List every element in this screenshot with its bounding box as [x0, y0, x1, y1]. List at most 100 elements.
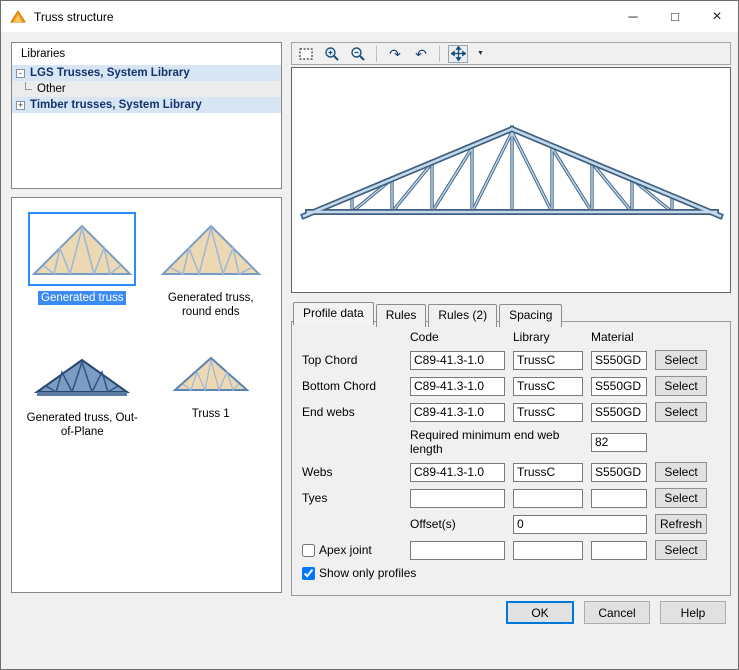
tab-rules-2[interactable]: Rules (2) [428, 304, 497, 327]
truss-gallery: Generated truss Generated truss, round e… [12, 198, 281, 454]
webs-material-input[interactable] [591, 463, 647, 482]
help-button[interactable]: Help [660, 601, 726, 624]
tyes-material-input[interactable] [591, 489, 647, 508]
gallery-item-truss-1[interactable]: Truss 1 [147, 344, 276, 440]
top-chord-label: Top Chord [302, 353, 402, 367]
top-chord-material-input[interactable] [591, 351, 647, 370]
tree-item-label: LGS Trusses, System Library [30, 67, 190, 79]
truss-thumbnail-image [157, 212, 265, 286]
preview-toolbar: ↷ ↶ ▼ [291, 42, 731, 65]
window-controls: ─ □ × [612, 1, 738, 32]
gallery-item-round-ends[interactable]: Generated truss, round ends [147, 212, 276, 320]
truss-thumbnail-image [28, 212, 136, 286]
tyes-library-input[interactable] [513, 489, 583, 508]
toolbar-separator [439, 46, 440, 62]
top-chord-code-input[interactable] [410, 351, 505, 370]
bottom-chord-select-button[interactable]: Select [655, 376, 707, 396]
thumbnail-label: Truss 1 [189, 407, 233, 421]
apex-joint-checkbox[interactable] [302, 544, 315, 557]
close-button[interactable]: × [696, 1, 738, 32]
collapse-icon[interactable]: - [16, 69, 25, 78]
show-only-profiles-label: Show only profiles [319, 566, 416, 580]
rotate-ccw-button[interactable]: ↶ [411, 45, 431, 63]
libraries-panel: Libraries - LGS Trusses, System Library … [11, 42, 282, 189]
top-chord-library-input[interactable] [513, 351, 583, 370]
top-chord-select-button[interactable]: Select [655, 350, 707, 370]
gallery-item-out-of-plane[interactable]: Generated truss, Out-of-Plane [18, 344, 147, 440]
zoom-out-icon [350, 46, 366, 62]
truss-preview-viewport[interactable] [291, 67, 731, 293]
truss-structure-dialog: Truss structure ─ □ × Libraries - LGS Tr… [0, 0, 739, 670]
library-column-header: Library [513, 330, 583, 344]
tree-branch-icon [25, 82, 32, 90]
bottom-chord-material-input[interactable] [591, 377, 647, 396]
show-only-profiles-row: Show only profiles [302, 566, 707, 580]
zoom-in-button[interactable] [322, 45, 342, 63]
cancel-button[interactable]: Cancel [584, 601, 650, 624]
rotate-cw-icon: ↷ [389, 47, 401, 61]
gallery-item-generated-truss[interactable]: Generated truss [18, 212, 147, 320]
apex-joint-label: Apex joint [319, 543, 372, 557]
rotate-cw-button[interactable]: ↷ [385, 45, 405, 63]
zoom-original-button[interactable] [296, 45, 316, 63]
pan-dropdown-button[interactable]: ▼ [474, 45, 486, 63]
truss-thumbnail-image [32, 344, 132, 406]
tyes-select-button[interactable]: Select [655, 488, 707, 508]
webs-select-button[interactable]: Select [655, 462, 707, 482]
thumbnail-label: Generated truss [38, 291, 126, 305]
min-end-web-length-input[interactable] [591, 433, 647, 452]
tyes-label: Tyes [302, 491, 402, 505]
refresh-button[interactable]: Refresh [655, 514, 707, 534]
app-icon [10, 9, 26, 25]
pan-button[interactable] [448, 45, 468, 63]
end-webs-code-input[interactable] [410, 403, 505, 422]
tyes-code-input[interactable] [410, 489, 505, 508]
maximize-button[interactable]: □ [654, 1, 696, 32]
bottom-chord-code-input[interactable] [410, 377, 505, 396]
apex-library-input[interactable] [513, 541, 583, 560]
tree-item-timber-trusses[interactable]: + Timber trusses, System Library [12, 97, 281, 113]
material-column-header: Material [591, 330, 647, 344]
show-only-profiles-checkbox[interactable] [302, 567, 315, 580]
end-webs-label: End webs [302, 405, 402, 419]
apex-select-button[interactable]: Select [655, 540, 707, 560]
zoom-in-icon [324, 46, 340, 62]
tab-profile-data[interactable]: Profile data [293, 302, 374, 325]
ok-button[interactable]: OK [506, 601, 574, 624]
tree-item-lgs-trusses[interactable]: - LGS Trusses, System Library [12, 65, 281, 81]
truss-thumbnail-image [167, 344, 255, 402]
tree-item-label: Timber trusses, System Library [30, 99, 202, 111]
offset-label: Offset(s) [410, 517, 505, 531]
webs-code-input[interactable] [410, 463, 505, 482]
zoom-out-button[interactable] [348, 45, 368, 63]
webs-library-input[interactable] [513, 463, 583, 482]
profile-tabs: Profile data Rules Rules (2) Spacing [293, 302, 564, 325]
end-webs-material-input[interactable] [591, 403, 647, 422]
apex-joint-checkbox-row: Apex joint [302, 543, 402, 557]
apex-code-input[interactable] [410, 541, 505, 560]
bottom-chord-library-input[interactable] [513, 377, 583, 396]
min-end-web-length-label: Required minimum end web length [410, 428, 583, 456]
webs-label: Webs [302, 465, 402, 479]
toolbar-separator [376, 46, 377, 62]
window-title: Truss structure [34, 10, 114, 24]
bottom-chord-label: Bottom Chord [302, 379, 402, 393]
profile-form: Code Library Material Top Chord Select B… [302, 330, 724, 580]
title-bar[interactable]: Truss structure ─ □ × [1, 1, 738, 32]
pan-icon [451, 46, 466, 61]
tree-item-other[interactable]: Other [12, 81, 281, 97]
code-column-header: Code [410, 330, 505, 344]
thumbnail-label: Generated truss, round ends [151, 291, 271, 320]
minimize-button[interactable]: ─ [612, 1, 654, 32]
expand-icon[interactable]: + [16, 101, 25, 110]
tab-rules[interactable]: Rules [376, 304, 427, 327]
libraries-header: Libraries [12, 43, 281, 65]
end-webs-library-input[interactable] [513, 403, 583, 422]
thumbnail-label: Generated truss, Out-of-Plane [22, 411, 142, 440]
end-webs-select-button[interactable]: Select [655, 402, 707, 422]
apex-material-input[interactable] [591, 541, 647, 560]
truss-gallery-panel: Generated truss Generated truss, round e… [11, 197, 282, 593]
offset-input[interactable] [513, 515, 647, 534]
tab-spacing[interactable]: Spacing [499, 304, 562, 327]
marquee-zoom-icon [298, 46, 314, 62]
